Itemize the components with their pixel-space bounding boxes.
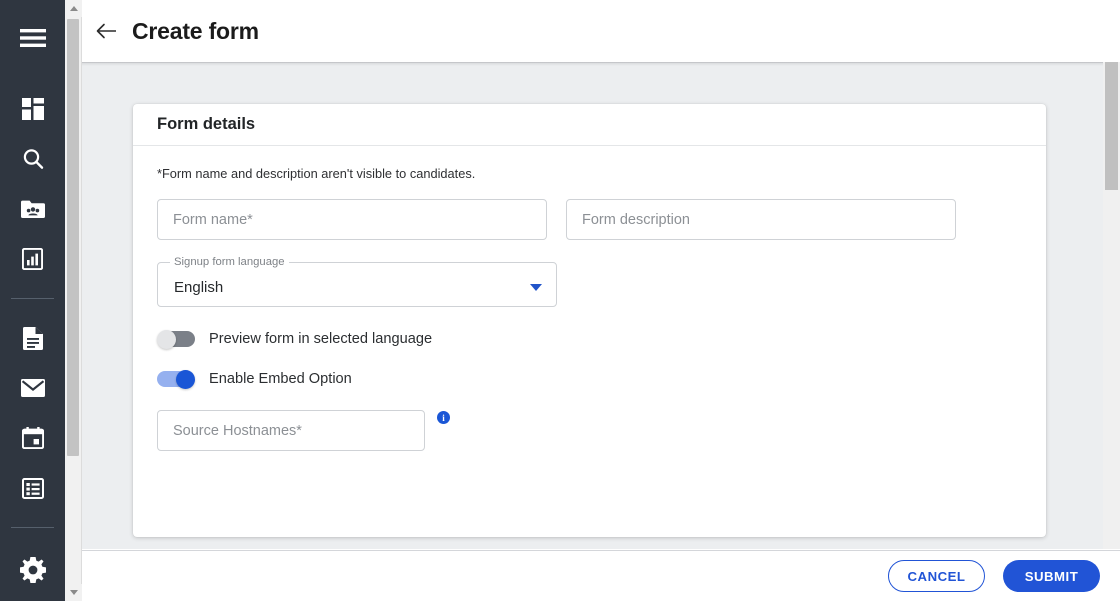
cancel-button[interactable]: CANCEL [888,560,985,592]
form-details-card-header: Form details [133,104,1046,146]
content-scroll-down-arrow[interactable] [1103,532,1120,549]
content-scroll-area[interactable]: Form details *Form name and description … [82,62,1120,549]
sidebar-divider-top [11,298,54,299]
scroll-down-arrow[interactable] [65,584,82,601]
enable-embed-option-toggle[interactable] [157,370,195,389]
content-scrollbar-thumb[interactable] [1105,62,1118,190]
form-description-input[interactable] [566,199,956,240]
page-title: Create form [132,17,259,44]
reports-chart-icon[interactable] [0,234,65,284]
toggle-knob [176,370,195,389]
signup-form-language-value: English [174,279,224,296]
chevron-down-icon[interactable] [530,284,542,291]
dashboard-icon[interactable] [0,84,65,134]
preview-language-toggle-row: Preview form in selected language [157,330,1022,349]
scroll-up-arrow[interactable] [65,0,82,17]
name-description-row [157,199,1022,240]
hamburger-menu-icon[interactable] [0,13,65,63]
list-icon[interactable] [0,463,65,513]
source-hostnames-input[interactable] [157,410,425,451]
left-sidebar [0,0,65,601]
content-vertical-scrollbar[interactable] [1103,62,1120,549]
source-hostnames-row: i [157,410,1022,451]
mail-icon[interactable] [0,363,65,413]
application-window: Create form Form details *Form name and … [0,0,1120,601]
back-arrow-icon[interactable] [94,18,120,44]
info-icon[interactable]: i [437,411,450,424]
settings-gear-icon[interactable] [0,545,65,595]
sidebar-divider-bottom [11,527,54,528]
signup-form-language-label: Signup form language [170,255,289,269]
form-details-card-body: *Form name and description aren't visibl… [133,146,1046,477]
window-scrollbar-thumb[interactable] [67,19,79,456]
calendar-icon[interactable] [0,413,65,463]
page-header: Create form [82,0,1120,62]
form-name-input[interactable] [157,199,547,240]
form-details-card: Form details *Form name and description … [133,104,1046,537]
toggle-knob [157,330,176,349]
main-region: Create form Form details *Form name and … [82,0,1120,601]
preview-form-language-toggle[interactable] [157,330,195,349]
form-details-title: Form details [157,115,256,133]
enable-embed-toggle-row: Enable Embed Option [157,370,1022,389]
enable-embed-option-label: Enable Embed Option [209,371,352,387]
signup-form-language-select[interactable]: Signup form language English [157,255,557,307]
content-inner: Form details *Form name and description … [82,63,1103,549]
submit-button[interactable]: SUBMIT [1003,560,1100,592]
document-icon[interactable] [0,313,65,363]
preview-form-language-label: Preview form in selected language [209,331,433,347]
search-icon[interactable] [0,134,65,184]
form-action-bar: CANCEL SUBMIT [82,550,1120,601]
candidates-folder-icon[interactable] [0,184,65,234]
form-visibility-note: *Form name and description aren't visibl… [157,166,476,181]
window-vertical-scrollbar[interactable] [65,0,82,601]
